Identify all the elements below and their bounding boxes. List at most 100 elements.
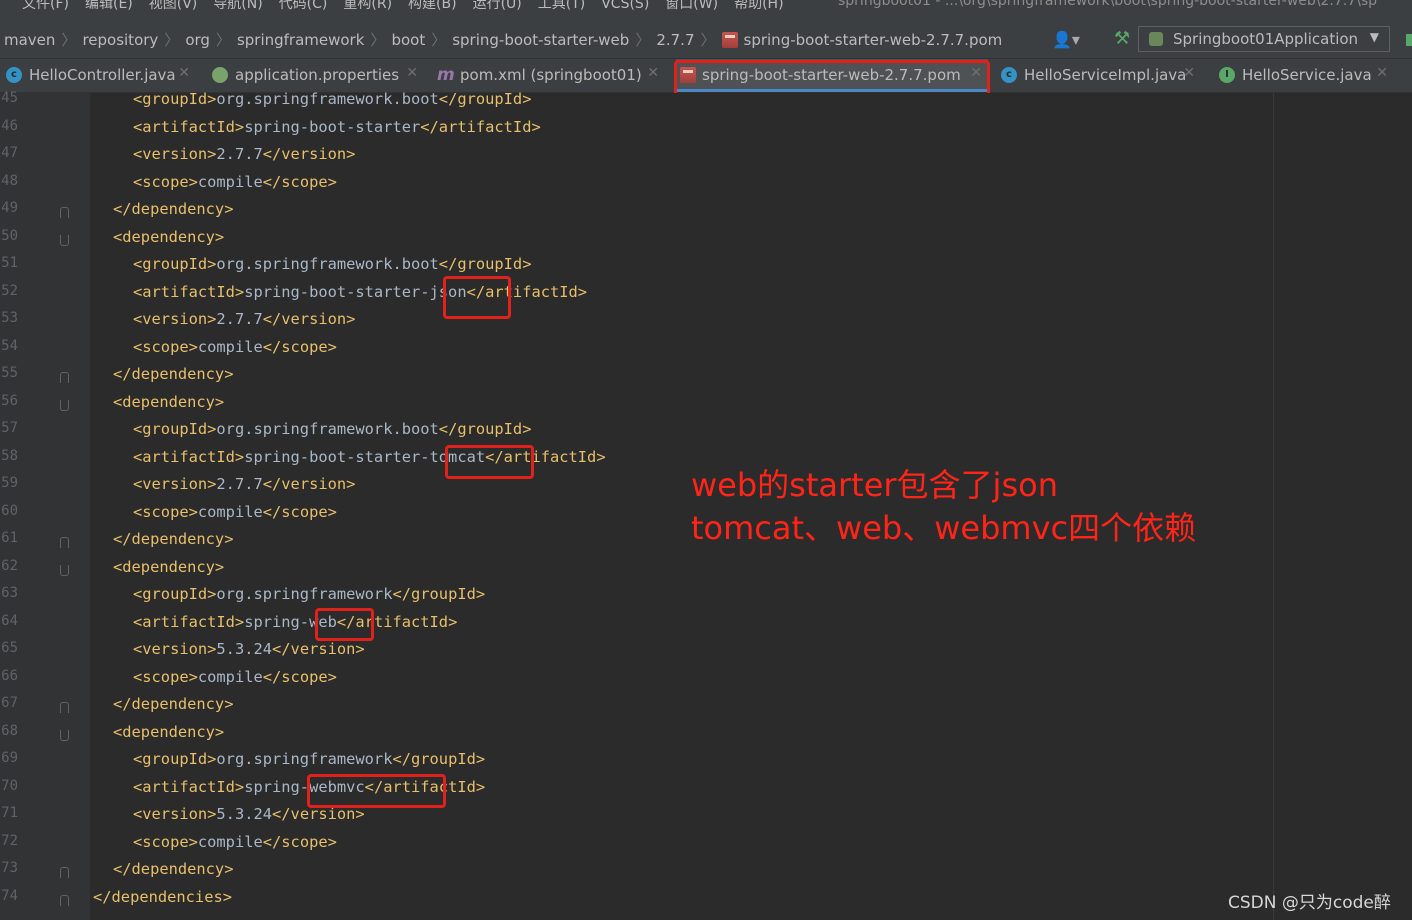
menu-item[interactable]: 构建(B) [408,0,457,12]
watermark: CSDN @只为code醉 [1228,893,1391,913]
maven-icon: m [437,65,455,85]
line-number: 71 [1,805,18,821]
line-number: 48 [1,172,18,189]
fold-marker-icon[interactable] [60,207,69,218]
run-icon[interactable] [1406,34,1412,46]
code-text: <version>5.3.24</version> [133,640,365,658]
annotation-line-1: web的starter包含了json [691,466,1058,504]
menu-item[interactable]: 文件(F) [22,0,69,12]
build-hammer-icon[interactable]: ⚒ [1114,28,1130,49]
editor-tab-bar: c HelloController.java ✕ application.proper… [0,59,1412,104]
menu-item[interactable]: 视图(V) [149,0,198,12]
code-line: 48 <scope>compile</scope> [0,172,1412,204]
code-line: 71 <version>5.3.24</version> [0,805,1412,836]
line-number: 58 [1,447,18,464]
breadcrumb-separator-icon: 〉 [635,31,651,49]
line-number: 53 [1,310,18,326]
tab-label: HelloService.java [1242,66,1372,84]
code-text: <dependency> [113,722,225,741]
code-line: 54 <scope>compile</scope> [0,337,1412,369]
tab-label: HelloServiceImpl.java [1024,66,1187,84]
highlight-box-web [315,608,374,641]
close-icon[interactable]: ✕ [1376,65,1388,81]
breadcrumb: maven 〉 repository 〉 org 〉 springframework 〉 boo… [4,29,1002,50]
code-line: 51 <groupId>org.springframework.boot</gro… [0,255,1412,286]
line-number: 55 [1,365,18,381]
close-icon[interactable]: ✕ [1183,65,1195,81]
user-icon[interactable]: 👤▾ [1052,30,1080,49]
menu-item[interactable]: 窗口(W) [665,0,718,12]
line-number: 61 [1,530,18,546]
code-line: 56 <dependency> [0,393,1412,424]
close-icon[interactable]: ✕ [647,65,659,81]
editor-tab[interactable]: c HelloController.java ✕ [6,59,196,92]
breadcrumb-item[interactable]: spring-boot-starter-web [452,31,629,49]
line-number: 64 [1,612,18,629]
line-number: 70 [1,777,18,794]
breadcrumb-item[interactable]: boot [391,31,425,49]
menu-item[interactable]: 编辑(E) [85,0,133,12]
window-title: springboot01 - ...\org\springframework\b… [838,0,1378,9]
close-icon[interactable]: ✕ [406,65,418,81]
breadcrumb-item[interactable]: maven [4,31,55,49]
line-number: 66 [1,667,18,684]
menu-bar: 文件(F) 编辑(E) 视图(V) 导航(N) 代码(C) 重构(R) 构建(B) 运行(U)… [0,0,1412,20]
line-number: 51 [1,255,18,271]
annotation-text: web的starter包含了json tomcat、web、webmvc四个依赖 [691,464,1196,550]
close-icon[interactable]: ✕ [178,65,190,81]
code-line: 53 <version>2.7.7</version> [0,310,1412,341]
tab-label: HelloController.java [29,66,176,84]
code-line: 65 <version>5.3.24</version> [0,640,1412,671]
fold-marker-icon[interactable] [60,564,69,576]
interface-icon: I [1219,67,1235,83]
line-number: 54 [1,337,18,354]
code-line: 46 <artifactId>spring-boot-starter</artif… [0,118,1412,149]
highlight-box-json [443,276,511,319]
line-number: 59 [1,475,18,491]
menu-item[interactable]: 帮助(H) [734,0,783,12]
code-text: <artifactId>spring-boot-starter-json</ar… [133,282,588,301]
code-line: 45 <groupId>org.springframework.boot</gro… [0,90,1412,121]
menu-item[interactable]: 工具(T) [538,0,585,12]
fold-marker-icon[interactable] [60,372,69,383]
fold-marker-icon[interactable] [60,867,69,878]
editor-tab[interactable]: c HelloServiceImpl.java ✕ [1001,59,1201,92]
editor-tab[interactable]: application.properties ✕ [212,59,424,92]
run-configuration-label: Springboot01Application [1173,30,1359,48]
code-line: 66 <scope>compile</scope> [0,667,1412,699]
menu-item[interactable]: 代码(C) [279,0,328,12]
line-number: 63 [1,585,18,601]
class-icon: c [6,67,22,83]
fold-marker-icon[interactable] [60,537,69,548]
code-text: <artifactId>spring-web</artifactId> [133,612,458,631]
code-line: 73 </dependency> [0,860,1412,891]
line-number: 67 [1,695,18,711]
menu-item[interactable]: VCS(S) [601,0,649,12]
fold-marker-icon[interactable] [60,234,69,246]
menu-item[interactable]: 运行(U) [473,0,522,12]
breadcrumb-item[interactable]: 2.7.7 [656,31,694,49]
breadcrumb-item[interactable]: repository [82,31,158,49]
code-line: 62 <dependency> [0,558,1412,589]
code-line: 64 <artifactId>spring-web</artifactId> [0,612,1412,644]
code-text: <scope>compile</scope> [133,832,337,851]
code-line: 70 <artifactId>spring-webmvc</artifactId> [0,777,1412,809]
breadcrumb-item[interactable]: org [185,31,210,49]
fold-marker-icon[interactable] [60,399,69,411]
fold-marker-icon[interactable] [60,702,69,713]
fold-marker-icon[interactable] [60,894,69,906]
editor-tab[interactable]: m pom.xml (springboot01) ✕ [437,59,665,92]
code-line: 67 </dependency> [0,695,1412,726]
breadcrumb-separator-icon: 〉 [431,31,447,49]
code-text: </dependency> [113,530,234,548]
breadcrumb-item[interactable]: springframework [237,31,364,49]
fold-marker-icon[interactable] [60,729,69,741]
code-text: <scope>compile</scope> [133,667,337,686]
code-text: <dependency> [113,227,225,246]
menu-item[interactable]: 导航(N) [213,0,262,12]
annotation-line-2: tomcat、web、webmvc四个依赖 [691,509,1197,547]
menu-item[interactable]: 重构(R) [343,0,392,12]
breadcrumb-item[interactable]: spring-boot-starter-web-2.7.7.pom [744,31,1003,49]
run-configuration-dropdown[interactable]: Springboot01Application ▼ [1138,26,1390,52]
editor-tab[interactable]: I HelloService.java ✕ [1219,59,1394,92]
